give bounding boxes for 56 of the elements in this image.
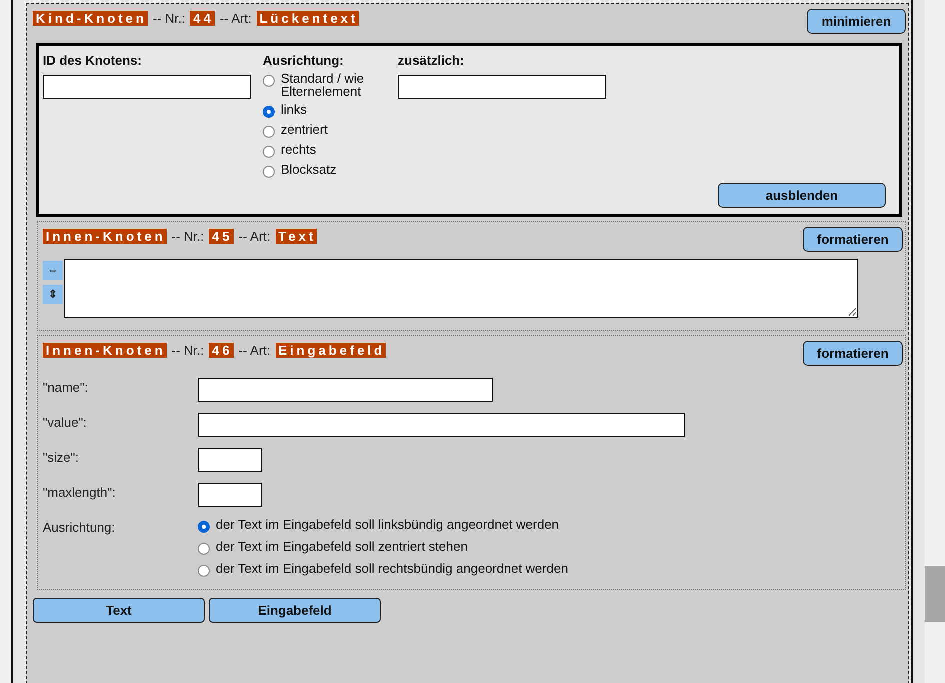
node-type-tag: Innen-Knoten: [43, 229, 167, 244]
text-area[interactable]: [64, 259, 858, 318]
field-label: "maxlength":: [43, 484, 117, 502]
format-button[interactable]: formatieren: [803, 341, 903, 366]
resize-tool-button[interactable]: ⇔: [43, 261, 63, 280]
node-art-tag: Text: [276, 229, 318, 244]
input-field[interactable]: [398, 75, 606, 99]
field-label: "size":: [43, 449, 80, 467]
field-label: "name":: [43, 379, 90, 397]
radio-button[interactable]: [198, 565, 210, 577]
input-field[interactable]: [198, 413, 685, 437]
node-art-tag: Eingabefeld: [276, 343, 386, 358]
scrollbar-thumb[interactable]: [925, 566, 945, 622]
node-type-tag: Kind-Knoten: [33, 11, 148, 26]
node-art-tag: Lückentext: [256, 11, 360, 26]
node-number-tag: 46: [209, 343, 234, 358]
radio-label: Standard / wie Elternelement: [281, 72, 366, 98]
radio-label: rechts: [281, 143, 316, 156]
alignment-label: Ausrichtung:: [43, 519, 116, 537]
radio-button[interactable]: [263, 126, 275, 138]
radio-label: links: [281, 103, 308, 116]
radio-button[interactable]: [263, 166, 275, 178]
radio-label: der Text im Eingabefeld soll linksbündig angeordnet werden: [216, 518, 560, 531]
radio-label: Blocksatz: [281, 163, 337, 176]
radio-label: der Text im Eingabefeld soll zentriert stehen: [216, 540, 468, 553]
radio-button[interactable]: [198, 543, 210, 555]
art-label: -- Art:: [220, 11, 252, 26]
input-field[interactable]: [198, 448, 262, 472]
art-label: -- Art:: [238, 229, 271, 244]
input-field[interactable]: [43, 75, 251, 99]
minimize-button[interactable]: minimieren: [807, 9, 906, 34]
nr-label: -- Nr.:: [172, 343, 204, 358]
input-field[interactable]: [198, 378, 493, 402]
field-label: "value":: [43, 414, 88, 432]
radio-label: zentriert: [281, 123, 328, 136]
radio-button[interactable]: [198, 521, 210, 533]
format-button[interactable]: formatieren: [803, 227, 903, 252]
alignment-label: Ausrichtung:: [263, 53, 345, 68]
art-label: -- Art:: [238, 343, 271, 358]
radio-button[interactable]: [263, 106, 275, 118]
node-type-tag: Innen-Knoten: [43, 343, 167, 358]
node-number-tag: 44: [190, 11, 215, 26]
radio-button[interactable]: [263, 146, 275, 158]
field-label: ID des Knotens:: [43, 53, 143, 68]
input-field[interactable]: [198, 483, 262, 507]
add-node-button[interactable]: Text: [33, 598, 205, 623]
hide-button[interactable]: ausblenden: [718, 183, 886, 208]
resize-tool-button[interactable]: ⇕: [43, 285, 63, 304]
field-label: zusätzlich:: [398, 53, 466, 68]
radio-label: der Text im Eingabefeld soll rechtsbündig angeordnet werden: [216, 562, 568, 575]
nr-label: -- Nr.:: [172, 229, 204, 244]
node-number-tag: 45: [209, 229, 234, 244]
radio-button[interactable]: [263, 75, 275, 87]
nr-label: -- Nr.:: [152, 11, 186, 26]
add-node-button[interactable]: Eingabefeld: [209, 598, 381, 623]
scrollbar[interactable]: [925, 0, 945, 683]
